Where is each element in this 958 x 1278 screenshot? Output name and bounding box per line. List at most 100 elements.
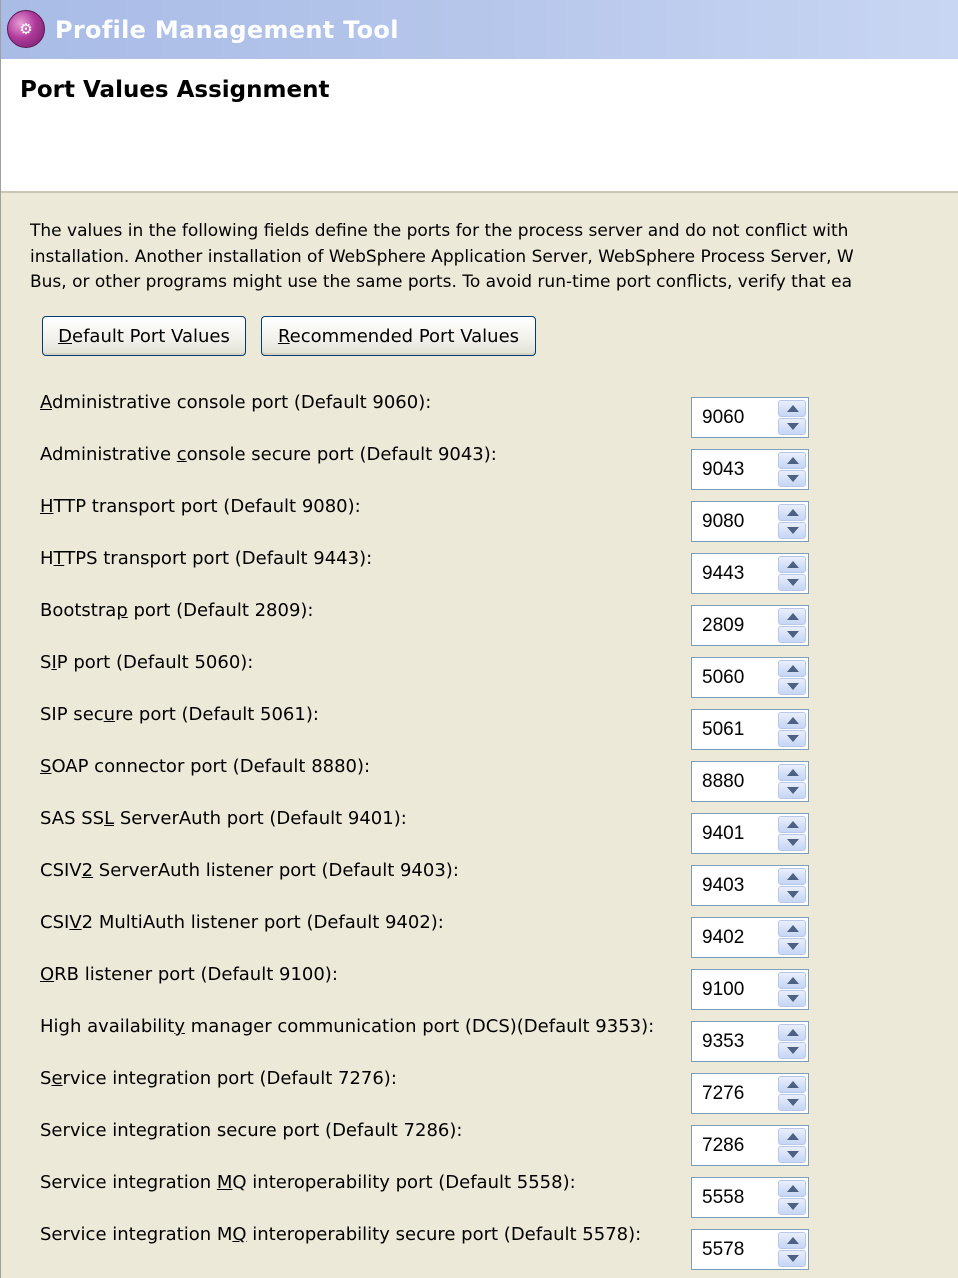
spin-down-button[interactable] (778, 1042, 806, 1059)
page-title: Port Values Assignment (20, 77, 330, 103)
port-row: Service integration MQ interoperability … (1, 1172, 958, 1224)
port-value-input[interactable] (692, 658, 778, 697)
spin-up-button[interactable] (778, 660, 806, 677)
spin-up-button[interactable] (778, 1128, 806, 1145)
port-value-input[interactable] (692, 554, 778, 593)
spin-up-button[interactable] (778, 1232, 806, 1249)
arrow-up-icon (787, 1081, 799, 1088)
mnemonic: D (58, 325, 73, 347)
port-value-input[interactable] (692, 710, 778, 749)
spin-up-button[interactable] (778, 556, 806, 573)
label-text: TPS transport port (Default 9443): (64, 548, 373, 569)
port-spinner[interactable] (691, 969, 809, 1010)
arrow-down-icon (787, 631, 799, 638)
port-value-input[interactable] (692, 762, 778, 801)
spin-up-button[interactable] (778, 816, 806, 833)
spin-up-button[interactable] (778, 764, 806, 781)
port-spinner[interactable] (691, 605, 809, 646)
spin-down-button[interactable] (778, 886, 806, 903)
spin-up-button[interactable] (778, 1180, 806, 1197)
arrow-down-icon (787, 1047, 799, 1054)
spin-up-button[interactable] (778, 400, 806, 417)
port-spinner[interactable] (691, 1229, 809, 1270)
spin-down-button[interactable] (778, 938, 806, 955)
spin-up-button[interactable] (778, 1024, 806, 1041)
port-spinner[interactable] (691, 501, 809, 542)
spin-up-button[interactable] (778, 504, 806, 521)
spin-down-button[interactable] (778, 574, 806, 591)
arrow-down-icon (787, 995, 799, 1002)
port-value-input[interactable] (692, 1178, 778, 1217)
spin-up-button[interactable] (778, 920, 806, 937)
spin-down-button[interactable] (778, 1146, 806, 1163)
port-spinner[interactable] (691, 1073, 809, 1114)
port-value-input[interactable] (692, 1126, 778, 1165)
spin-buttons (778, 816, 806, 851)
port-spinner[interactable] (691, 449, 809, 490)
port-value-input[interactable] (692, 866, 778, 905)
spin-down-button[interactable] (778, 470, 806, 487)
port-value-input[interactable] (692, 970, 778, 1009)
arrow-down-icon (787, 839, 799, 846)
arrow-down-icon (787, 1255, 799, 1262)
port-value-input[interactable] (692, 918, 778, 957)
spin-down-button[interactable] (778, 730, 806, 747)
mnemonic: e (51, 1068, 63, 1089)
label-text: H (40, 548, 54, 569)
spin-down-button[interactable] (778, 990, 806, 1007)
port-row: CSIV2 MultiAuth listener port (Default 9… (1, 912, 958, 964)
port-value-input[interactable] (692, 1230, 778, 1269)
label-text: manager communication port (DCS)(Default… (184, 1016, 655, 1037)
port-spinner[interactable] (691, 865, 809, 906)
port-spinner[interactable] (691, 553, 809, 594)
port-spinner[interactable] (691, 1125, 809, 1166)
title-bar[interactable]: ⚙ Profile Management Tool (1, 0, 958, 59)
spin-up-button[interactable] (778, 712, 806, 729)
spin-down-button[interactable] (778, 678, 806, 695)
spin-buttons (778, 1180, 806, 1215)
arrow-down-icon (787, 1203, 799, 1210)
mnemonic: O (40, 964, 55, 985)
port-spinner[interactable] (691, 761, 809, 802)
port-value-input[interactable] (692, 606, 778, 645)
spin-down-button[interactable] (778, 782, 806, 799)
port-spinner[interactable] (691, 657, 809, 698)
arrow-down-icon (787, 735, 799, 742)
spin-up-button[interactable] (778, 608, 806, 625)
port-value-input[interactable] (692, 1074, 778, 1113)
spin-down-button[interactable] (778, 1198, 806, 1215)
port-spinner[interactable] (691, 917, 809, 958)
arrow-up-icon (787, 717, 799, 724)
spin-down-button[interactable] (778, 522, 806, 539)
arrow-up-icon (787, 821, 799, 828)
spin-up-button[interactable] (778, 452, 806, 469)
recommended-port-values-button[interactable]: Recommended Port Values (261, 316, 536, 356)
arrow-up-icon (787, 405, 799, 412)
header-panel: Port Values Assignment (1, 59, 958, 193)
spin-up-button[interactable] (778, 972, 806, 989)
port-value-input[interactable] (692, 502, 778, 541)
spin-down-button[interactable] (778, 418, 806, 435)
mnemonic: R (277, 325, 290, 347)
spin-down-button[interactable] (778, 1094, 806, 1111)
port-value-input[interactable] (692, 1022, 778, 1061)
port-value-input[interactable] (692, 398, 778, 437)
intro-line: Bus, or other programs might use the sam… (30, 272, 852, 292)
arrow-down-icon (787, 527, 799, 534)
port-spinner[interactable] (691, 709, 809, 750)
port-spinner[interactable] (691, 813, 809, 854)
spin-down-button[interactable] (778, 1250, 806, 1267)
spin-down-button[interactable] (778, 834, 806, 851)
port-spinner[interactable] (691, 397, 809, 438)
port-spinner[interactable] (691, 1177, 809, 1218)
mnemonic: V (69, 912, 82, 933)
port-row: CSIV2 ServerAuth listener port (Default … (1, 860, 958, 912)
label-text: P port (Default 5060): (56, 652, 254, 673)
spin-down-button[interactable] (778, 626, 806, 643)
default-port-values-button[interactable]: Default Port Values (42, 316, 246, 356)
port-value-input[interactable] (692, 814, 778, 853)
port-spinner[interactable] (691, 1021, 809, 1062)
port-value-input[interactable] (692, 450, 778, 489)
spin-up-button[interactable] (778, 868, 806, 885)
spin-up-button[interactable] (778, 1076, 806, 1093)
